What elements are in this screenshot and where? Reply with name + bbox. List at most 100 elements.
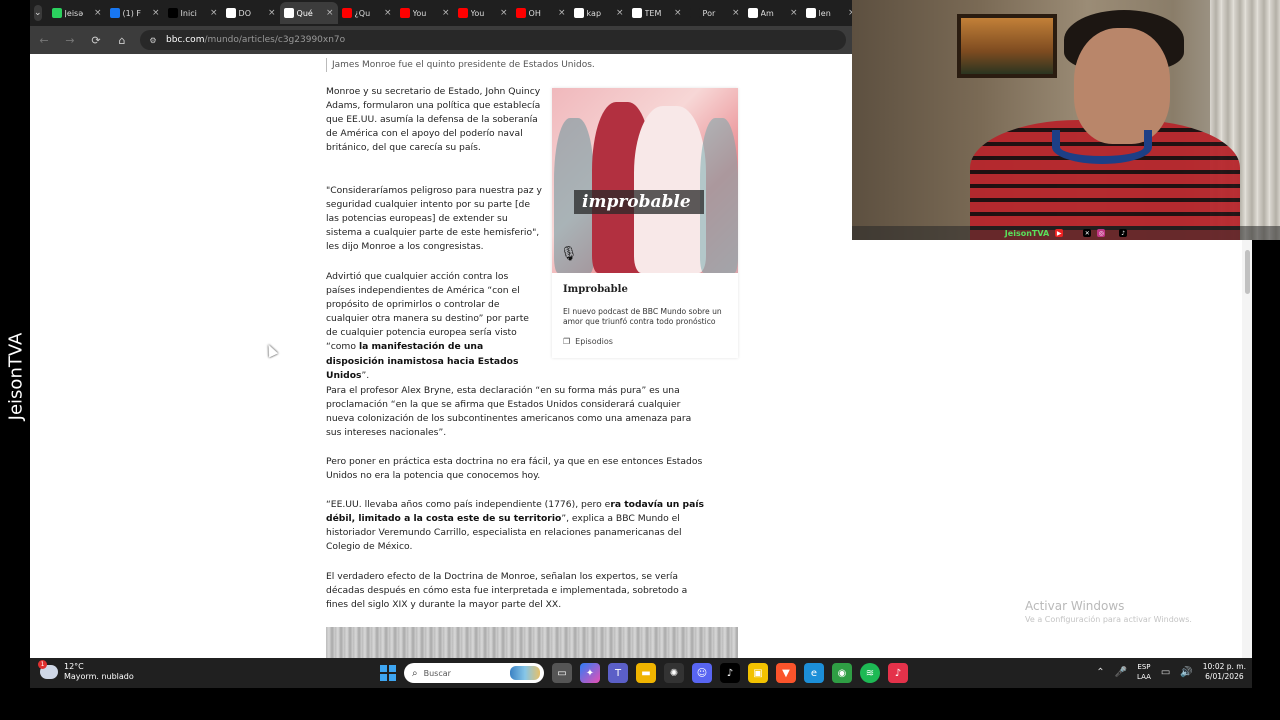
cloud-icon: 1 bbox=[38, 660, 58, 679]
podcast-promo-card[interactable]: improbable 🎙 Improbable El nuevo podcast… bbox=[552, 88, 738, 358]
chatgpt-icon[interactable]: ✺ bbox=[664, 663, 684, 683]
article-paragraph-6: “EE.UU. llevaba años como país independi… bbox=[326, 498, 706, 554]
weather-temp: 12°C bbox=[64, 662, 84, 671]
tab-close-icon[interactable]: × bbox=[326, 8, 334, 18]
tab-favicon-icon bbox=[399, 8, 410, 18]
volume-icon[interactable]: 🔊 bbox=[1180, 667, 1192, 678]
capture-icon[interactable]: ▣ bbox=[748, 663, 768, 683]
scrollbar-thumb[interactable] bbox=[1245, 250, 1250, 294]
chevron-up-icon[interactable]: ⌃ bbox=[1096, 667, 1104, 678]
tab-close-icon[interactable]: × bbox=[732, 8, 740, 18]
microphone-tray-icon[interactable]: 🎤 bbox=[1115, 667, 1127, 678]
browser-tab[interactable]: Jeisə × bbox=[48, 2, 106, 24]
tiktok-studio-icon[interactable]: ♪ bbox=[888, 663, 908, 683]
tab-label: len bbox=[818, 8, 831, 18]
article-paragraph-5: Pero poner en práctica esta doctrina no … bbox=[326, 456, 703, 482]
tiktok-app-icon[interactable]: ♪ bbox=[720, 663, 740, 683]
spotify-icon[interactable]: ≋ bbox=[860, 663, 880, 683]
activate-windows-subtitle: Ve a Configuración para activar Windows. bbox=[1025, 615, 1192, 624]
tab-label: ¿Qu bbox=[354, 8, 371, 18]
display-icon[interactable]: ▭ bbox=[1161, 667, 1170, 678]
forward-arrow-icon[interactable]: → bbox=[62, 34, 78, 47]
tab-close-icon[interactable]: × bbox=[268, 8, 276, 18]
tab-close-icon[interactable]: × bbox=[616, 8, 624, 18]
webcam-channel-name: JeisonTVA bbox=[1004, 228, 1050, 238]
tab-close-icon[interactable]: × bbox=[384, 8, 392, 18]
tab-close-icon[interactable]: × bbox=[152, 8, 160, 18]
weather-badge: 1 bbox=[38, 660, 47, 669]
promo-image[interactable]: improbable bbox=[552, 88, 738, 273]
episodes-link[interactable]: ❐ Episodios bbox=[563, 337, 613, 346]
browser-tab[interactable]: Por × bbox=[686, 2, 744, 24]
browser-tab[interactable]: DO × bbox=[222, 2, 280, 24]
browser-tab[interactable]: You × bbox=[396, 2, 454, 24]
tab-label: (1) F bbox=[122, 8, 142, 18]
tab-favicon-icon bbox=[805, 8, 816, 18]
tab-close-icon[interactable]: × bbox=[442, 8, 450, 18]
tab-favicon-icon bbox=[689, 8, 700, 18]
x-icon: ✕ bbox=[1083, 229, 1092, 237]
tab-favicon-icon bbox=[573, 8, 584, 18]
browser-tab[interactable]: (1) F × bbox=[106, 2, 164, 24]
copilot-icon[interactable]: ✦ bbox=[580, 663, 600, 683]
weather-widget[interactable]: 1 12°C Mayorm. nublado bbox=[38, 660, 134, 682]
tab-close-icon[interactable]: × bbox=[210, 8, 218, 18]
start-button[interactable] bbox=[380, 665, 396, 681]
tab-search-button[interactable]: ⌄ bbox=[34, 5, 42, 21]
activate-windows-title: Activar Windows bbox=[1025, 599, 1125, 613]
edge-icon[interactable]: e bbox=[804, 663, 824, 683]
tab-close-icon[interactable]: × bbox=[674, 8, 682, 18]
chrome-icon[interactable]: ◉ bbox=[832, 663, 852, 683]
tab-favicon-icon bbox=[515, 8, 526, 18]
tab-label: Qué bbox=[296, 8, 313, 18]
back-arrow-icon[interactable]: ← bbox=[36, 34, 52, 47]
instagram-icon: ◎ bbox=[1097, 229, 1106, 237]
task-view-icon[interactable]: ▭ bbox=[552, 663, 572, 683]
discord-icon[interactable]: ☺ bbox=[692, 663, 712, 683]
webcam-banner: JeisonTVA ▶ ✕ ◎ ♪ bbox=[852, 226, 1280, 240]
browser-tab[interactable]: TEM × bbox=[628, 2, 686, 24]
tab-label: Am bbox=[760, 8, 774, 18]
tab-close-icon[interactable]: × bbox=[94, 8, 102, 18]
clock[interactable]: 10:02 p. m. 6/01/2026 bbox=[1203, 662, 1246, 682]
webcam-face bbox=[1074, 28, 1170, 144]
site-info-icon[interactable]: ⚙ bbox=[148, 36, 158, 45]
tab-favicon-icon bbox=[167, 8, 178, 18]
promo-figure-right bbox=[700, 118, 738, 273]
tab-label: Por bbox=[702, 8, 716, 18]
browser-tab[interactable]: Inici × bbox=[164, 2, 222, 24]
url-path: /mundo/articles/c3g23990xn7o bbox=[204, 35, 346, 45]
url-text: bbc.com/mundo/articles/c3g23990xn7o bbox=[166, 35, 345, 45]
tab-close-icon[interactable]: × bbox=[558, 8, 566, 18]
promo-title[interactable]: Improbable bbox=[563, 284, 628, 295]
address-bar[interactable]: ⚙ bbc.com/mundo/articles/c3g23990xn7o bbox=[140, 30, 846, 50]
browser-tab[interactable]: Qué × bbox=[279, 2, 338, 24]
taskbar-search[interactable]: ⌕ Buscar bbox=[404, 663, 544, 683]
browser-tab[interactable]: len× bbox=[802, 2, 860, 24]
browser-tab[interactable]: ¿Qu × bbox=[338, 2, 396, 24]
browser-toolbar: ← → ⟳ ⌂ ⚙ bbc.com/mundo/articles/c3g2399… bbox=[30, 26, 852, 54]
tab-close-icon[interactable]: × bbox=[500, 8, 508, 18]
screen: JeisonTVA ⌄ Jeisə × (1) F × Inici × DO × Qué × ¿Qu… bbox=[0, 0, 1280, 720]
weather-desc: Mayorm. nublado bbox=[64, 672, 134, 681]
file-explorer-icon[interactable]: ▬ bbox=[636, 663, 656, 683]
article-paragraph-4: Para el profesor Alex Bryne, esta declar… bbox=[326, 385, 692, 439]
tab-favicon-icon bbox=[283, 8, 294, 18]
windows-taskbar: 1 12°C Mayorm. nublado ⌕ Buscar ▭ ✦ T ▬ … bbox=[30, 658, 1252, 688]
microphone-icon: 🎙 bbox=[560, 246, 578, 262]
tab-favicon-icon bbox=[747, 8, 758, 18]
tab-close-icon[interactable]: × bbox=[790, 8, 798, 18]
browser-tab[interactable]: You × bbox=[454, 2, 512, 24]
browser-tab[interactable]: kap × bbox=[570, 2, 628, 24]
language-indicator[interactable]: ESP LAA bbox=[1137, 662, 1151, 682]
home-icon[interactable]: ⌂ bbox=[114, 34, 130, 47]
tab-favicon-icon bbox=[457, 8, 468, 18]
browser-tab[interactable]: Am × bbox=[744, 2, 802, 24]
tab-label: TEM bbox=[644, 8, 662, 18]
side-channel-label: JeisonTVA bbox=[2, 330, 32, 430]
reload-icon[interactable]: ⟳ bbox=[88, 34, 104, 47]
brave-icon[interactable]: ▼ bbox=[776, 663, 796, 683]
browser-tab[interactable]: OH × bbox=[512, 2, 570, 24]
search-placeholder: Buscar bbox=[423, 668, 451, 678]
teams-icon[interactable]: T bbox=[608, 663, 628, 683]
